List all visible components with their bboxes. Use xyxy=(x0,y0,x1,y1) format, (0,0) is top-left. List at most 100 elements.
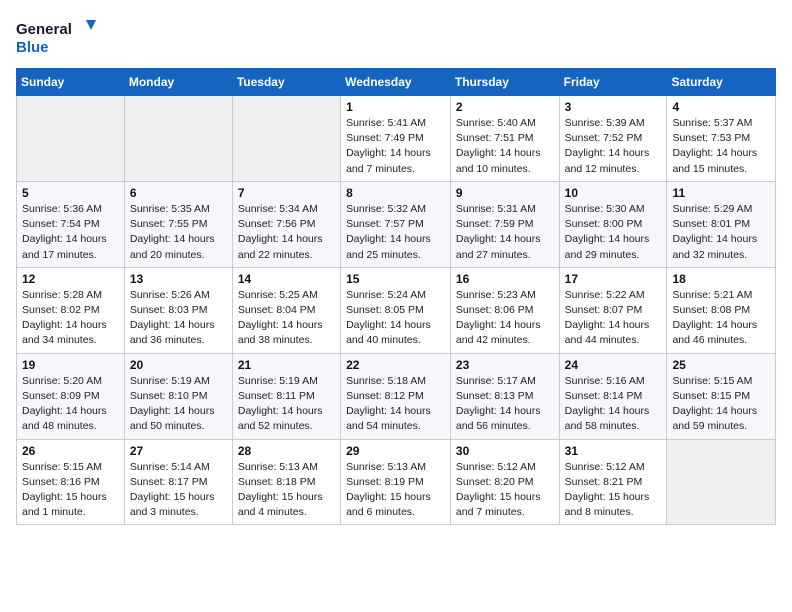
calendar-cell: 28 Sunrise: 5:13 AM Sunset: 8:18 PM Dayli… xyxy=(232,439,340,525)
calendar-cell xyxy=(17,96,125,182)
calendar-cell: 6 Sunrise: 5:35 AM Sunset: 7:55 PM Daylig… xyxy=(124,181,232,267)
day-number: 16 xyxy=(456,272,554,286)
calendar-cell xyxy=(232,96,340,182)
calendar-cell: 15Sunrise: 5:24 AM Sunset: 8:05 PM Dayli… xyxy=(341,267,451,353)
day-number: 10 xyxy=(565,186,662,200)
day-number: 24 xyxy=(565,358,662,372)
day-number: 1 xyxy=(346,100,445,114)
day-number: 7 xyxy=(238,186,335,200)
day-number: 11 xyxy=(672,186,770,200)
calendar-cell: 29Sunrise: 5:13 AM Sunset: 8:19 PM Dayli… xyxy=(341,439,451,525)
weekday-header-row: SundayMondayTuesdayWednesdayThursdayFrid… xyxy=(17,69,776,96)
calendar-week-row: 1 Sunrise: 5:41 AM Sunset: 7:49 PM Daylig… xyxy=(17,96,776,182)
weekday-header-thursday: Thursday xyxy=(450,69,559,96)
calendar-cell: 20Sunrise: 5:19 AM Sunset: 8:10 PM Dayli… xyxy=(124,353,232,439)
calendar-cell: 19Sunrise: 5:20 AM Sunset: 8:09 PM Dayli… xyxy=(17,353,125,439)
day-info: Sunrise: 5:12 AM Sunset: 8:20 PM Dayligh… xyxy=(456,460,554,521)
weekday-header-monday: Monday xyxy=(124,69,232,96)
day-number: 23 xyxy=(456,358,554,372)
day-info: Sunrise: 5:15 AM Sunset: 8:16 PM Dayligh… xyxy=(22,460,119,521)
day-info: Sunrise: 5:40 AM Sunset: 7:51 PM Dayligh… xyxy=(456,116,554,177)
calendar-week-row: 19Sunrise: 5:20 AM Sunset: 8:09 PM Dayli… xyxy=(17,353,776,439)
calendar-week-row: 12Sunrise: 5:28 AM Sunset: 8:02 PM Dayli… xyxy=(17,267,776,353)
day-info: Sunrise: 5:29 AM Sunset: 8:01 PM Dayligh… xyxy=(672,202,770,263)
calendar-table: SundayMondayTuesdayWednesdayThursdayFrid… xyxy=(16,68,776,525)
weekday-header-sunday: Sunday xyxy=(17,69,125,96)
calendar-cell: 22 Sunrise: 5:18 AM Sunset: 8:12 PM Dayli… xyxy=(341,353,451,439)
day-number: 2 xyxy=(456,100,554,114)
calendar-cell xyxy=(667,439,776,525)
day-number: 14 xyxy=(238,272,335,286)
day-info: Sunrise: 5:25 AM Sunset: 8:04 PM Dayligh… xyxy=(238,288,335,349)
day-number: 21 xyxy=(238,358,335,372)
calendar-cell: 21 Sunrise: 5:19 AM Sunset: 8:11 PM Dayli… xyxy=(232,353,340,439)
day-info: Sunrise: 5:13 AM Sunset: 8:18 PM Dayligh… xyxy=(238,460,335,521)
weekday-header-wednesday: Wednesday xyxy=(341,69,451,96)
svg-text:General: General xyxy=(16,21,72,38)
day-number: 17 xyxy=(565,272,662,286)
day-info: Sunrise: 5:34 AM Sunset: 7:56 PM Dayligh… xyxy=(238,202,335,263)
day-info: Sunrise: 5:19 AM Sunset: 8:11 PM Dayligh… xyxy=(238,374,335,435)
day-number: 25 xyxy=(672,358,770,372)
day-number: 15 xyxy=(346,272,445,286)
day-number: 22 xyxy=(346,358,445,372)
day-number: 3 xyxy=(565,100,662,114)
svg-text:Blue: Blue xyxy=(16,39,49,56)
day-number: 13 xyxy=(130,272,227,286)
calendar-cell: 12Sunrise: 5:28 AM Sunset: 8:02 PM Dayli… xyxy=(17,267,125,353)
logo-svg: General Blue xyxy=(16,16,96,60)
calendar-cell: 27Sunrise: 5:14 AM Sunset: 8:17 PM Dayli… xyxy=(124,439,232,525)
calendar-cell xyxy=(124,96,232,182)
calendar-cell: 31 Sunrise: 5:12 AM Sunset: 8:21 PM Dayli… xyxy=(559,439,667,525)
calendar-cell: 16 Sunrise: 5:23 AM Sunset: 8:06 PM Dayli… xyxy=(450,267,559,353)
day-number: 31 xyxy=(565,444,662,458)
day-info: Sunrise: 5:30 AM Sunset: 8:00 PM Dayligh… xyxy=(565,202,662,263)
calendar-cell: 24 Sunrise: 5:16 AM Sunset: 8:14 PM Dayli… xyxy=(559,353,667,439)
day-number: 8 xyxy=(346,186,445,200)
day-info: Sunrise: 5:12 AM Sunset: 8:21 PM Dayligh… xyxy=(565,460,662,521)
calendar-cell: 1 Sunrise: 5:41 AM Sunset: 7:49 PM Daylig… xyxy=(341,96,451,182)
day-number: 18 xyxy=(672,272,770,286)
calendar-cell: 7 Sunrise: 5:34 AM Sunset: 7:56 PM Daylig… xyxy=(232,181,340,267)
day-number: 6 xyxy=(130,186,227,200)
day-number: 20 xyxy=(130,358,227,372)
day-info: Sunrise: 5:31 AM Sunset: 7:59 PM Dayligh… xyxy=(456,202,554,263)
day-number: 19 xyxy=(22,358,119,372)
day-info: Sunrise: 5:39 AM Sunset: 7:52 PM Dayligh… xyxy=(565,116,662,177)
calendar-cell: 4Sunrise: 5:37 AM Sunset: 7:53 PM Daylig… xyxy=(667,96,776,182)
day-info: Sunrise: 5:18 AM Sunset: 8:12 PM Dayligh… xyxy=(346,374,445,435)
day-number: 12 xyxy=(22,272,119,286)
calendar-cell: 11 Sunrise: 5:29 AM Sunset: 8:01 PM Dayli… xyxy=(667,181,776,267)
day-info: Sunrise: 5:41 AM Sunset: 7:49 PM Dayligh… xyxy=(346,116,445,177)
day-info: Sunrise: 5:22 AM Sunset: 8:07 PM Dayligh… xyxy=(565,288,662,349)
day-info: Sunrise: 5:17 AM Sunset: 8:13 PM Dayligh… xyxy=(456,374,554,435)
calendar-week-row: 5 Sunrise: 5:36 AM Sunset: 7:54 PM Daylig… xyxy=(17,181,776,267)
day-number: 29 xyxy=(346,444,445,458)
day-number: 5 xyxy=(22,186,119,200)
day-info: Sunrise: 5:14 AM Sunset: 8:17 PM Dayligh… xyxy=(130,460,227,521)
logo: General Blue xyxy=(16,16,96,60)
calendar-cell: 9 Sunrise: 5:31 AM Sunset: 7:59 PM Daylig… xyxy=(450,181,559,267)
calendar-cell: 23 Sunrise: 5:17 AM Sunset: 8:13 PM Dayli… xyxy=(450,353,559,439)
day-info: Sunrise: 5:26 AM Sunset: 8:03 PM Dayligh… xyxy=(130,288,227,349)
calendar-cell: 10 Sunrise: 5:30 AM Sunset: 8:00 PM Dayli… xyxy=(559,181,667,267)
day-info: Sunrise: 5:23 AM Sunset: 8:06 PM Dayligh… xyxy=(456,288,554,349)
day-number: 30 xyxy=(456,444,554,458)
calendar-cell: 13 Sunrise: 5:26 AM Sunset: 8:03 PM Dayli… xyxy=(124,267,232,353)
calendar-cell: 26Sunrise: 5:15 AM Sunset: 8:16 PM Dayli… xyxy=(17,439,125,525)
calendar-cell: 2 Sunrise: 5:40 AM Sunset: 7:51 PM Daylig… xyxy=(450,96,559,182)
calendar-cell: 14 Sunrise: 5:25 AM Sunset: 8:04 PM Dayli… xyxy=(232,267,340,353)
weekday-header-saturday: Saturday xyxy=(667,69,776,96)
calendar-cell: 3 Sunrise: 5:39 AM Sunset: 7:52 PM Daylig… xyxy=(559,96,667,182)
day-info: Sunrise: 5:21 AM Sunset: 8:08 PM Dayligh… xyxy=(672,288,770,349)
day-number: 9 xyxy=(456,186,554,200)
day-info: Sunrise: 5:36 AM Sunset: 7:54 PM Dayligh… xyxy=(22,202,119,263)
day-number: 28 xyxy=(238,444,335,458)
calendar-cell: 30 Sunrise: 5:12 AM Sunset: 8:20 PM Dayli… xyxy=(450,439,559,525)
weekday-header-tuesday: Tuesday xyxy=(232,69,340,96)
day-info: Sunrise: 5:35 AM Sunset: 7:55 PM Dayligh… xyxy=(130,202,227,263)
page-header: General Blue xyxy=(16,16,776,60)
day-info: Sunrise: 5:16 AM Sunset: 8:14 PM Dayligh… xyxy=(565,374,662,435)
day-info: Sunrise: 5:37 AM Sunset: 7:53 PM Dayligh… xyxy=(672,116,770,177)
calendar-cell: 17 Sunrise: 5:22 AM Sunset: 8:07 PM Dayli… xyxy=(559,267,667,353)
